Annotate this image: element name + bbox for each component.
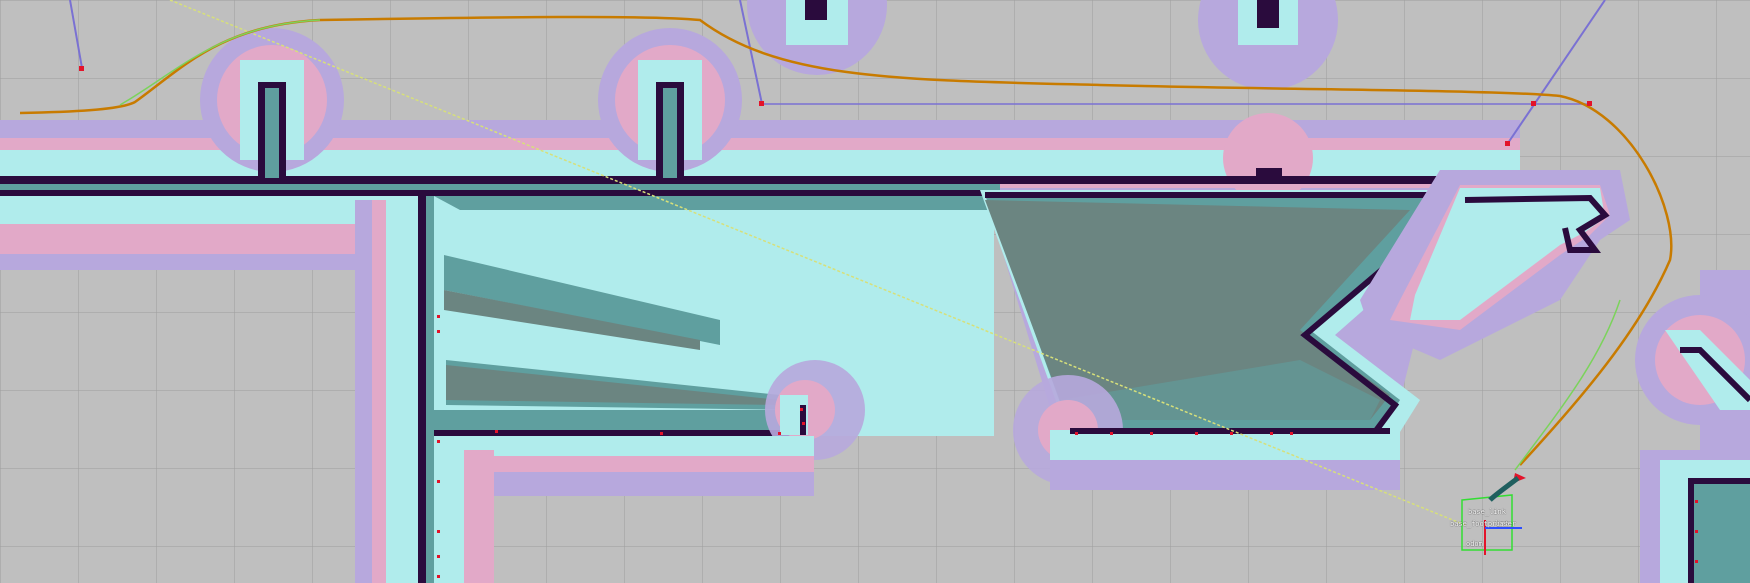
robot-frame-label: laser — [1495, 520, 1517, 528]
robot-frame-label: base_link — [1468, 508, 1506, 516]
map-viewport[interactable]: base_link base_footprint laser odom — [0, 0, 1750, 583]
costmap-canvas — [0, 0, 1750, 583]
left-room — [0, 192, 440, 583]
robot-frame-label: odom — [1466, 540, 1483, 548]
top-right-structure — [1360, 170, 1750, 583]
middle-scan-area — [434, 196, 994, 583]
